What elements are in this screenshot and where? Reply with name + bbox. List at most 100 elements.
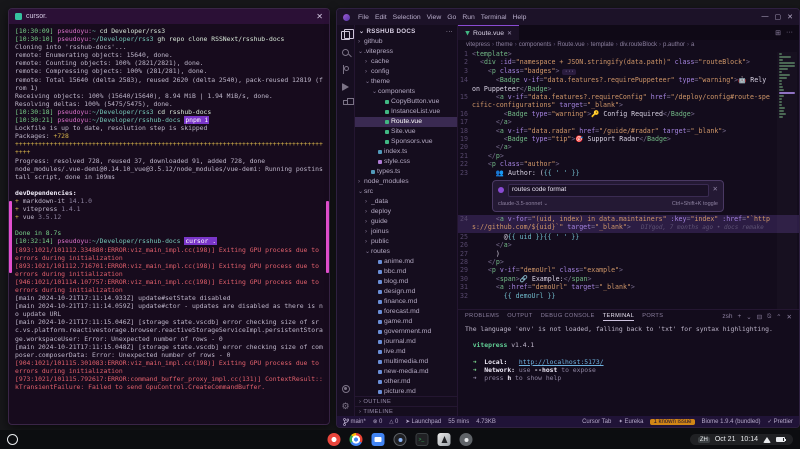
tree-item--data[interactable]: ›_data [355,197,457,207]
terminal-output[interactable]: [10:30:09] pseudoyu:~ cd Developer/rss3[… [9,24,329,394]
breadcrumb-item[interactable]: components [519,42,552,48]
tree-item-src[interactable]: ⌄src [355,187,457,197]
tree-item-theme[interactable]: ⌄theme [355,77,457,87]
timeline-section[interactable]: › TIMELINE [355,406,457,416]
menu-terminal[interactable]: Terminal [478,14,510,21]
launcher-icon[interactable] [7,434,18,445]
explorer-icon[interactable] [341,31,350,40]
camera-app-icon[interactable] [394,433,407,446]
chevron-down-icon[interactable]: ⌄ [746,313,751,321]
panel-tab-debug-console[interactable]: DEBUG CONSOLE [541,313,595,321]
ime-badge[interactable]: ZH [698,437,710,443]
settings-gear-icon[interactable]: ⚙ [341,402,349,411]
menu-go[interactable]: Go [444,14,459,21]
red-app-icon[interactable] [328,433,341,446]
shell-label[interactable]: zsh [722,313,732,320]
menu-edit[interactable]: Edit [372,14,390,21]
fold-badge[interactable]: ··· [562,69,576,75]
panel-tab-output[interactable]: OUTPUT [507,313,532,321]
close-icon[interactable]: ✕ [713,186,718,194]
minimap[interactable] [777,52,797,309]
tree-item-types-ts[interactable]: types.ts [355,167,457,177]
tree-item-government-md[interactable]: government.md [355,327,457,337]
code-editor[interactable]: 1<template>2 <div :id="namespace + JSON.… [458,50,799,309]
tree-item-routes[interactable]: ⌄routes [355,247,457,257]
close-icon[interactable]: ✕ [787,13,793,21]
close-icon[interactable]: ✕ [507,30,512,37]
tree-item-picture-md[interactable]: picture.md [355,387,457,396]
tab-route-vue[interactable]: Route.vue ✕ [458,25,519,40]
status-main-[interactable]: main* [343,418,366,426]
outline-section[interactable]: › OUTLINE [355,396,457,406]
search-icon[interactable] [342,49,349,56]
menu-selection[interactable]: Selection [390,14,424,21]
menu-file[interactable]: File [355,14,372,21]
tree-item-bbc-md[interactable]: bbc.md [355,267,457,277]
tree-item-route-vue[interactable]: Route.vue [355,117,457,127]
tree-item-anime-md[interactable]: anime.md [355,257,457,267]
split-terminal-icon[interactable]: ⊟ [757,313,762,321]
tree-item-style-css[interactable]: style.css [355,157,457,167]
cursor-app-icon[interactable] [438,433,451,446]
files-app-icon[interactable] [372,433,385,446]
tree-item-cache[interactable]: ›cache [355,57,457,67]
tree-item-index-ts[interactable]: index.ts [355,147,457,157]
terminal-app-icon[interactable] [416,433,429,446]
account-icon[interactable] [342,385,350,393]
settings-app-icon[interactable] [460,433,473,446]
source-control-icon[interactable] [343,65,349,74]
tree-item-new-media-md[interactable]: new-media.md [355,367,457,377]
tree-item-finance-md[interactable]: finance.md [355,297,457,307]
status-eureka[interactable]: ✦Eureka [618,419,643,425]
tree-item-design-md[interactable]: design.md [355,287,457,297]
editor-titlebar[interactable]: FileEditSelectionViewGoRunTerminalHelp —… [337,9,799,25]
status-1-known-issue[interactable]: 1 known issue [650,419,694,425]
tree-item-guide[interactable]: ›guide [355,217,457,227]
status-0[interactable]: ⊗0 [373,419,382,425]
tree-item-joinus[interactable]: ›joinus [355,227,457,237]
tree-item--vitepress[interactable]: ⌄.vitepress [355,47,457,57]
more-actions-icon[interactable]: ··· [786,29,793,36]
tree-item-multimedia-md[interactable]: multimedia.md [355,357,457,367]
tree-item-node-modules[interactable]: ›node_modules [355,177,457,187]
system-tray[interactable]: ZH Oct 21 10:14 [690,434,793,445]
menu-help[interactable]: Help [509,14,529,21]
breadcrumb-item[interactable]: Route.vue [557,42,584,48]
status-biome-1-9-4-bundled-[interactable]: Biome 1.9.4 (bundled) [702,419,761,425]
status-55-mins[interactable]: 55 mins [448,419,469,425]
split-editor-icon[interactable]: ⊞ [775,29,781,37]
minimize-icon[interactable]: — [762,13,769,21]
explorer-section-header[interactable]: ⌄ RSSHUB DOCS ··· [355,25,457,37]
kill-terminal-icon[interactable]: ⍉ [767,313,771,321]
tree-item-site-vue[interactable]: Site.vue [355,127,457,137]
status-launchpad[interactable]: ➤Launchpad [405,419,441,425]
inline-ai-edit-widget[interactable]: routes code format✕claude-3.5-sonnet ⌄Ct… [492,180,724,212]
maximize-icon[interactable]: ▢ [775,13,782,21]
more-actions-icon[interactable]: ··· [446,28,453,35]
status-cursor-tab[interactable]: Cursor Tab [582,419,611,425]
tree-item-game-md[interactable]: game.md [355,317,457,327]
tree-item-live-md[interactable]: live.md [355,347,457,357]
status-prettier[interactable]: ✓Prettier [768,419,793,425]
tree-item-github[interactable]: ›github [355,37,457,47]
integrated-terminal[interactable]: The language 'env' is not loaded, fallin… [458,323,799,416]
tree-item-forecast-md[interactable]: forecast.md [355,307,457,317]
chrome-app-icon[interactable] [350,433,363,446]
panel-tab-problems[interactable]: PROBLEMS [465,313,499,321]
breadcrumb-item[interactable]: a [691,42,694,48]
status-0[interactable]: △0 [389,419,398,425]
menu-view[interactable]: View [424,14,445,21]
breadcrumb-item[interactable]: p.author [663,42,685,48]
ai-prompt-input[interactable]: routes code format [508,184,709,196]
close-panel-icon[interactable]: ✕ [787,313,792,321]
panel-tab-ports[interactable]: PORTS [642,313,663,321]
tree-item-blog-md[interactable]: blog.md [355,277,457,287]
breadcrumb-item[interactable]: template [591,42,614,48]
panel-tab-terminal[interactable]: TERMINAL [603,313,634,321]
extensions-icon[interactable] [343,100,348,105]
tree-item-components[interactable]: ⌄components [355,87,457,97]
model-selector[interactable]: claude-3.5-sonnet ⌄ [498,200,548,208]
breadcrumb-item[interactable]: div.routeBlock [620,42,657,48]
tree-item-deploy[interactable]: ›deploy [355,207,457,217]
new-terminal-icon[interactable]: + [737,313,741,320]
